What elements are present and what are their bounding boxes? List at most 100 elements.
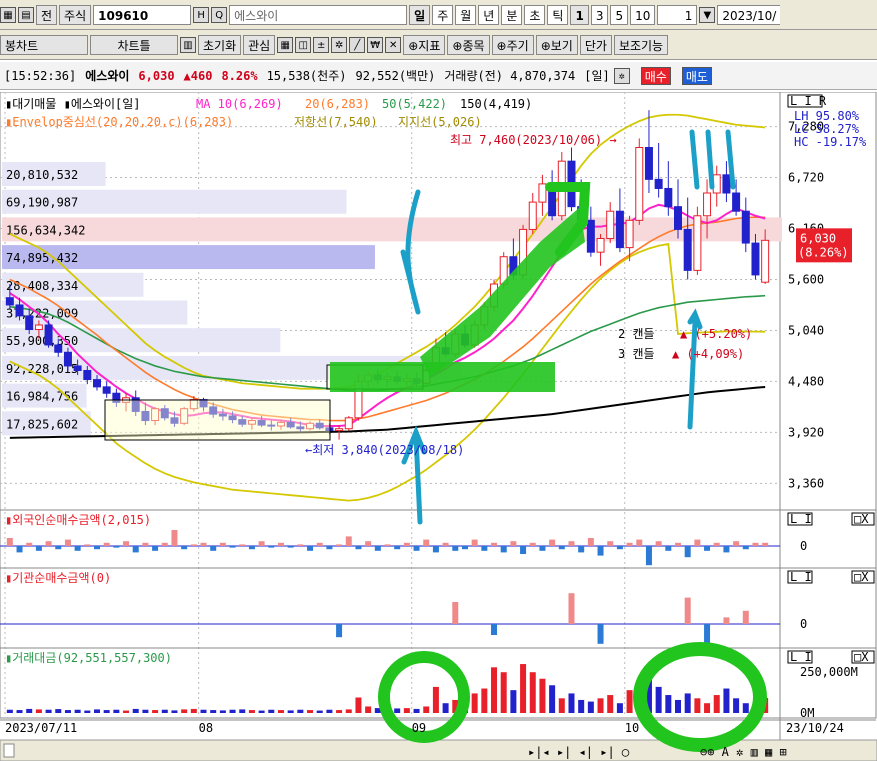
sub-bar xyxy=(432,546,439,553)
trading-value-bar xyxy=(345,709,352,713)
draw-icon[interactable]: ╱ xyxy=(349,36,366,53)
trading-value-bar xyxy=(229,709,236,713)
currency-icon[interactable]: ₩ xyxy=(367,36,384,53)
candle-body xyxy=(102,386,111,394)
trading-value-bar xyxy=(103,710,110,713)
status-prev-volume: 거래량(전) 4,870,374 xyxy=(444,69,576,83)
sub-bar xyxy=(26,542,33,546)
layout-icon[interactable]: ▥ xyxy=(180,36,196,53)
sub-bar xyxy=(626,542,633,546)
sub-bar xyxy=(587,538,594,546)
cycle-button[interactable]: ⊕주기 xyxy=(491,34,534,55)
toolbar-top: ▦ ▤ 전 주식 109610 H Q 에스와이 일주월년분초틱 1 3 5 10 1… xyxy=(0,0,877,30)
trading-value-bar xyxy=(316,710,323,713)
unit-price-button[interactable]: 단가 xyxy=(579,34,612,55)
sub-bar xyxy=(132,546,139,553)
split-icon[interactable]: ◫ xyxy=(295,36,312,53)
reset-button[interactable]: 초기화 xyxy=(198,34,242,55)
print-icon[interactable]: ▤ xyxy=(18,6,34,23)
panel-toggle-label: L I xyxy=(790,650,812,664)
sub-bar xyxy=(152,546,159,551)
volume-profile-bar xyxy=(2,217,782,242)
panel-toggle-label: L I xyxy=(790,570,812,584)
period-tab-0[interactable]: 일 xyxy=(409,4,431,25)
current-price-label: 6,030 xyxy=(800,231,836,245)
volume-profile-label: 20,810,532 xyxy=(6,168,78,182)
history-icon[interactable]: H xyxy=(193,6,210,23)
date-label: 08 xyxy=(199,721,213,735)
ratio-icon[interactable]: ± xyxy=(313,36,330,53)
search-icon[interactable]: Q xyxy=(211,6,228,23)
status-change: ▲460 xyxy=(183,68,213,83)
volume-profile-label: 156,634,342 xyxy=(6,223,85,237)
sell-button[interactable]: 매도 xyxy=(681,66,712,85)
sub-bar xyxy=(549,539,556,546)
sub-bar xyxy=(752,542,759,546)
stock-code-input[interactable]: 109610 xyxy=(93,4,192,25)
sub-bar xyxy=(190,544,197,546)
market-select[interactable]: 주식 xyxy=(59,4,92,25)
trading-value-bar xyxy=(675,699,682,713)
date-input[interactable]: 2023/10/ xyxy=(717,4,781,25)
sub-bar xyxy=(461,546,468,550)
y-tick-label: 0 xyxy=(800,617,807,631)
trading-value-bar xyxy=(113,709,120,713)
period-tab-5[interactable]: 초 xyxy=(524,4,546,25)
period-tab-2[interactable]: 월 xyxy=(455,4,477,25)
period-tab-1[interactable]: 주 xyxy=(432,4,454,25)
trading-value-bar xyxy=(481,688,488,713)
sub-bar xyxy=(93,546,100,550)
sub-bar xyxy=(597,624,604,644)
trading-value-bar xyxy=(200,709,207,713)
view-button[interactable]: ⊕보기 xyxy=(535,34,578,55)
period-number-1[interactable]: 1 xyxy=(570,4,589,25)
sub-bar xyxy=(713,542,720,546)
period-tab-3[interactable]: 년 xyxy=(478,4,500,25)
sub-panel-title: ▮외국인순매수금액(2,015) xyxy=(5,513,151,527)
indicator-button[interactable]: ⊕지표 xyxy=(403,34,446,55)
legend-resistance: 저항선(7,540) xyxy=(294,115,378,129)
sub-bar xyxy=(578,546,585,553)
chart-area[interactable]: 20,810,532 69,190,987 156,634,342 74,895,43… xyxy=(0,92,877,761)
buy-button[interactable]: 매수 xyxy=(640,66,671,85)
trading-value-bar xyxy=(655,686,662,713)
period-tab-4[interactable]: 분 xyxy=(501,4,523,25)
sub-bar xyxy=(394,546,401,550)
sub-bar xyxy=(384,544,391,546)
aux-function-button[interactable]: 보조기능 xyxy=(613,34,669,55)
scroll-left-button[interactable] xyxy=(3,743,15,758)
chart-frame-button[interactable]: 차트틀 xyxy=(90,34,178,55)
chevron-down-icon[interactable]: ▼ xyxy=(699,6,716,23)
trading-value-bar xyxy=(297,709,304,713)
candle-body xyxy=(664,187,673,208)
sub-bar xyxy=(539,546,546,551)
grid-icon[interactable]: ▦ xyxy=(277,36,294,53)
count-input[interactable]: 1 xyxy=(657,4,698,25)
y-tick-label: 4,480 xyxy=(788,374,824,388)
trading-value-bar xyxy=(607,695,614,713)
period-number-5[interactable]: 5 xyxy=(610,4,629,25)
candle-chart-button[interactable]: 봉차트 xyxy=(0,34,88,55)
scroll-controls-icon[interactable]: ▸|◂ ▸| ◂| ▸| ◯ xyxy=(528,745,630,759)
period-number-10[interactable]: 10 xyxy=(630,4,656,25)
trading-value-bar xyxy=(500,672,507,713)
prev-button[interactable]: 전 xyxy=(36,4,58,25)
menu-icon[interactable]: ▦ xyxy=(0,6,16,23)
period-number-3[interactable]: 3 xyxy=(590,4,609,25)
stock-button[interactable]: ⊕종목 xyxy=(447,34,490,55)
sub-bar xyxy=(452,602,459,624)
zoom-controls-icon[interactable]: ⊖⊕ A ✲ ▥ ▦ ⊞ xyxy=(700,745,787,759)
toolbar-second: 봉차트 차트틀 ▥ 초기화 관심 ▦ ◫ ± ✲ ╱ ₩ ✕ ⊕지표 ⊕종목 ⊕… xyxy=(0,30,877,60)
volume-profile-label: 69,190,987 xyxy=(6,196,78,210)
watchlist-button[interactable]: 관심 xyxy=(243,34,276,55)
candle-body xyxy=(92,379,101,388)
sub-bar xyxy=(762,542,769,546)
tools-icon[interactable]: ✕ xyxy=(385,36,402,53)
gear-icon[interactable]: ✲ xyxy=(331,36,348,53)
sub-bar xyxy=(239,544,246,546)
settings-icon[interactable]: ✲ xyxy=(613,67,630,84)
period-tab-6[interactable]: 틱 xyxy=(547,4,569,25)
volume-profile-label: 74,895,432 xyxy=(6,251,78,265)
sub-bar xyxy=(200,542,207,546)
date-label: 23/10/24 xyxy=(786,721,844,735)
